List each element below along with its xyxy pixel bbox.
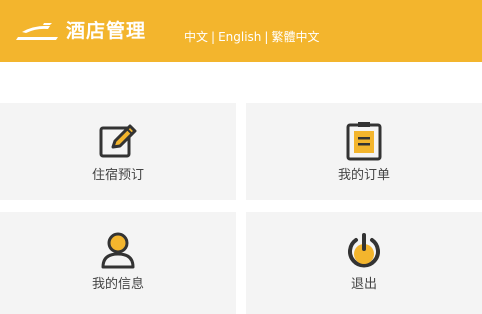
menu-tile-booking[interactable]: 住宿预订 <box>0 103 236 200</box>
menu-tile-profile[interactable]: 我的信息 <box>0 212 236 314</box>
menu-label-profile: 我的信息 <box>91 277 144 292</box>
lang-separator: | <box>264 30 269 44</box>
lang-separator: | <box>211 30 216 44</box>
lang-english[interactable]: English <box>218 30 261 44</box>
lang-traditional-chinese[interactable]: 繁體中文 <box>271 30 319 44</box>
app-title: 酒店管理 <box>66 20 147 42</box>
user-icon <box>98 230 138 270</box>
hotel-logo-icon <box>16 23 58 40</box>
menu-label-orders: 我的订单 <box>337 168 390 183</box>
menu-label-logout: 退出 <box>350 277 377 292</box>
power-icon <box>344 230 384 270</box>
menu-label-booking: 住宿预订 <box>91 168 144 183</box>
language-switcher: 中文 | English | 繁體中文 <box>184 29 319 45</box>
edit-icon <box>98 121 138 161</box>
app-logo[interactable]: 酒店管理 <box>16 20 146 42</box>
lang-simplified-chinese[interactable]: 中文 <box>184 30 208 44</box>
clipboard-icon <box>344 121 384 161</box>
app-header: 酒店管理 中文 | English | 繁體中文 <box>0 0 482 62</box>
menu-tile-logout[interactable]: 退出 <box>246 212 482 314</box>
menu-tile-orders[interactable]: 我的订单 <box>246 103 482 200</box>
